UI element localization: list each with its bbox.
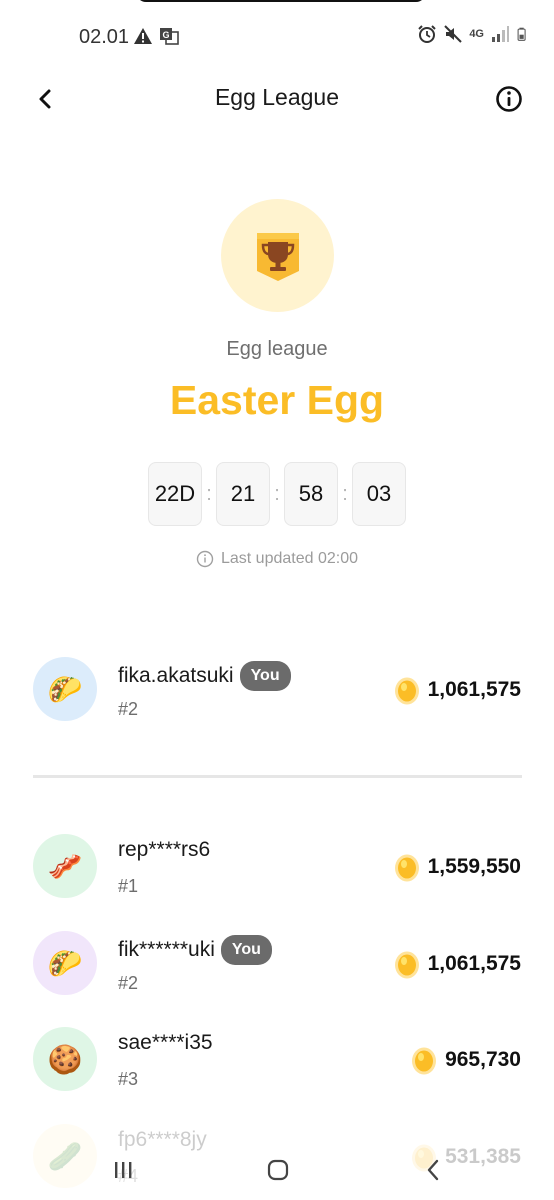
you-badge: You [220, 935, 272, 965]
recent-apps-icon [115, 1162, 132, 1178]
header: Egg League [0, 72, 554, 128]
network-4g-icon: 4G [469, 27, 484, 40]
golden-egg-icon [394, 951, 419, 979]
player-rank: #2 [118, 973, 139, 993]
trophy-icon [256, 232, 299, 281]
player-name-line: fik******uki You [118, 935, 272, 965]
countdown-days: 22D [148, 462, 202, 526]
player-score-value: 1,061,575 [427, 952, 521, 975]
warning-icon [134, 28, 152, 44]
player-score: 1,559,550 [394, 852, 521, 882]
you-badge: You [239, 661, 291, 691]
page-title: Egg League [214, 84, 340, 110]
system-back-button[interactable] [413, 1150, 453, 1190]
section-divider [33, 775, 522, 778]
golden-egg-icon [394, 677, 419, 705]
status-right-icons: 4G [417, 24, 530, 44]
info-small-icon [196, 550, 214, 568]
countdown-separator: : [206, 482, 212, 505]
current-user-name-line: fika.akatsuki You [118, 661, 291, 691]
countdown-separator: : [342, 482, 348, 505]
status-bar: 02.01 G 4G [0, 0, 554, 72]
signal-icon [492, 26, 509, 42]
countdown-hours: 21 [216, 462, 270, 526]
bacon-avatar-icon: 🥓 [33, 834, 97, 898]
player-name: rep****rs6 [118, 838, 211, 861]
cookie-avatar-icon: 🍪 [33, 1027, 97, 1091]
mute-icon [444, 25, 463, 43]
leaderboard-row[interactable]: 🥓 rep****rs6 #1 1,559,550 [0, 834, 554, 914]
player-score-value: 965,730 [445, 1048, 521, 1071]
last-updated-text: Last updated 02:00 [220, 550, 358, 567]
info-icon [496, 86, 522, 112]
player-score: 1,061,575 [394, 949, 521, 979]
system-nav-bar [0, 1140, 554, 1200]
league-badge [221, 199, 334, 312]
player-name-line: rep****rs6 [118, 838, 210, 862]
league-subtitle: Egg league [226, 338, 328, 360]
recent-apps-button[interactable] [103, 1150, 143, 1190]
golden-egg-icon [394, 854, 419, 882]
battery-icon [517, 27, 526, 41]
translate-icon: G [160, 28, 179, 45]
svg-text:G: G [163, 30, 170, 40]
leaderboard-row[interactable]: 🌮 fik******uki You #2 1,061,575 [0, 931, 554, 1011]
league-name: Easter Egg [169, 377, 385, 423]
current-user-row[interactable]: 🌮 fika.akatsuki You #2 1,061,575 [0, 657, 554, 737]
leaderboard-row[interactable]: 🍪 sae****i35 #3 965,730 [0, 1027, 554, 1107]
player-score-value: 1,559,550 [427, 855, 521, 878]
countdown-seconds: 03 [352, 462, 406, 526]
countdown-separator: : [274, 482, 280, 505]
last-updated: Last updated 02:00 [0, 550, 554, 568]
current-user-rank: #2 [118, 699, 139, 719]
taco-avatar-icon: 🌮 [33, 931, 97, 995]
current-user-name: fika.akatsuki [118, 664, 234, 687]
player-name: sae****i35 [118, 1031, 213, 1054]
player-name-line: sae****i35 [118, 1031, 213, 1055]
alarm-icon [418, 25, 437, 43]
golden-egg-icon [412, 1047, 437, 1075]
status-time: 02.01 [79, 26, 130, 48]
player-rank: #3 [118, 1069, 139, 1089]
current-user-score-value: 1,061,575 [427, 678, 521, 701]
back-icon [427, 1159, 439, 1181]
countdown-minutes: 58 [284, 462, 338, 526]
home-icon [267, 1159, 289, 1181]
current-user-score: 1,061,575 [394, 675, 521, 705]
status-left-icons: G [133, 26, 179, 46]
home-button[interactable] [258, 1150, 298, 1190]
player-name: fik******uki [118, 938, 215, 961]
info-button[interactable] [492, 82, 526, 116]
player-score: 965,730 [411, 1045, 521, 1075]
taco-avatar-icon: 🌮 [33, 657, 97, 721]
countdown-timer: 22D : 21 : 58 : 03 [148, 462, 406, 526]
player-rank: #1 [118, 876, 139, 896]
